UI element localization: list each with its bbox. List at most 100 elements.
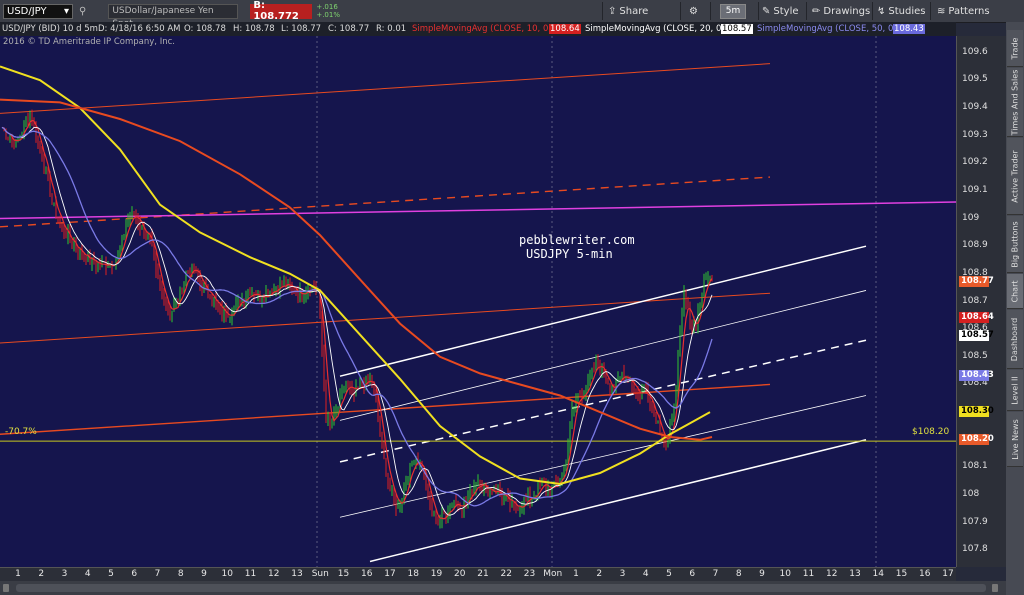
moving-average-line — [1, 126, 713, 516]
time-tick-label: 17 — [384, 569, 396, 579]
watermark-title: USDJPY 5-min — [526, 247, 613, 261]
bar-low: L: 108.77 — [281, 24, 322, 34]
divider — [602, 2, 603, 20]
time-tick-label: 23 — [523, 569, 536, 579]
bar-close: C: 108.77 — [328, 24, 370, 34]
divider — [930, 2, 931, 20]
chart-canvas[interactable] — [0, 36, 956, 567]
price-badge: 108.77 — [959, 275, 994, 287]
timeframe-button[interactable]: 5m — [720, 4, 746, 19]
price-tick-label: 109.2 — [962, 157, 988, 168]
symbol-description: USDollar/Japanese Yen Spot — [108, 3, 239, 29]
sidebar-tab-live-news[interactable]: Live News — [1007, 412, 1023, 467]
time-tick-label: Sun — [311, 569, 329, 579]
time-tick-label: 7 — [712, 569, 719, 579]
time-tick-label: 21 — [477, 569, 489, 579]
scroll-thumb[interactable] — [16, 584, 986, 592]
sma10-label[interactable]: SimpleMovingAvg (CLOSE, 10, 0) — [412, 24, 552, 34]
studies-icon: ↯ — [877, 5, 886, 17]
gear-icon: ⚙ — [689, 5, 698, 17]
style-icon: ✎ — [762, 5, 771, 17]
scroll-right-icon[interactable] — [992, 584, 998, 592]
time-tick-label: 9 — [201, 569, 207, 579]
right-sidebar: Trade Times And Sales Active Trader Big But… — [1006, 22, 1024, 595]
sidebar-tab-times-and-sales[interactable]: Times And Sales — [1007, 68, 1023, 137]
time-tick-label: 11 — [802, 569, 815, 579]
time-tick-label: 10 — [779, 569, 791, 579]
link-icon[interactable]: ⚲ — [79, 6, 86, 17]
chart-info-bar: USD/JPY (BID) 10 d 5m D: 4/18/16 6:50 AM… — [0, 22, 956, 36]
divider — [806, 2, 807, 20]
price-axis[interactable]: 109.6 109.5 109.4 109.3 109.2 109.1 109 108.9 10… — [956, 36, 1007, 567]
time-tick-label: 14 — [872, 569, 884, 579]
time-tick-label: 12 — [826, 569, 838, 579]
price-badge: 108.64 — [959, 312, 994, 324]
sidebar-tab-trade[interactable]: Trade — [1007, 30, 1023, 67]
price-chart[interactable]: 2016 © TD Ameritrade IP Company, Inc. pe… — [0, 36, 956, 567]
time-tick-label: 8 — [735, 569, 742, 579]
drawings-button[interactable]: ✏ Drawings — [812, 3, 870, 19]
time-tick-label: Mon — [543, 569, 563, 579]
price-change: +.016 +.01% — [316, 3, 340, 19]
time-tick-label: 6 — [131, 569, 138, 579]
price-level-label: $108.20 — [912, 427, 950, 437]
time-tick-label: 16 — [919, 569, 931, 579]
sidebar-tab-level-ii[interactable]: Level II — [1007, 370, 1023, 411]
price-tick-label: 109.3 — [962, 129, 988, 140]
time-tick-label: 15 — [337, 569, 350, 579]
sidebar-tab-chart[interactable]: Chart — [1007, 274, 1023, 309]
time-tick-label: 5 — [108, 569, 114, 579]
price-tick-label: 108.5 — [962, 350, 988, 361]
pencil-icon: ✏ — [812, 5, 821, 17]
trendline — [0, 201, 956, 220]
change-percent: +.01% — [316, 11, 340, 19]
sidebar-tab-dashboard[interactable]: Dashboard — [1007, 310, 1023, 369]
sidebar-tab-label: Trade — [1010, 37, 1020, 59]
sidebar-tab-label: Chart — [1010, 280, 1020, 302]
price-badge: 108.43 — [959, 370, 994, 382]
time-tick-label: 9 — [759, 569, 765, 579]
time-tick-label: 3 — [619, 569, 626, 579]
price-tick-label: 108.1 — [962, 461, 988, 472]
price-tick-label: 109.1 — [962, 184, 988, 195]
trendline — [0, 292, 771, 344]
sidebar-tab-active-trader[interactable]: Active Trader — [1007, 138, 1023, 215]
sidebar-tab-label: Dashboard — [1010, 317, 1020, 361]
settings-button[interactable]: ⚙ — [689, 3, 698, 19]
time-tick-label: 5 — [666, 569, 672, 579]
time-tick-label: 4 — [642, 569, 649, 579]
top-toolbar: USD/JPY ▾ ⚲ USDollar/Japanese Yen Spot B… — [0, 0, 1024, 29]
time-tick-label: 6 — [689, 569, 696, 579]
chevron-down-icon: ▾ — [63, 5, 69, 17]
patterns-button[interactable]: ≋ Patterns — [937, 3, 990, 19]
studies-button[interactable]: ↯ Studies — [877, 3, 926, 19]
time-tick-label: 1 — [573, 569, 579, 579]
fib-level-label: -70.7% — [5, 427, 37, 437]
symbol-label: USD/JPY — [7, 5, 47, 17]
chart-scrollbar[interactable] — [0, 581, 1006, 595]
price-tick-label: 109.5 — [962, 74, 988, 85]
sma20-label[interactable]: SimpleMovingAvg (CLOSE, 20, 0) — [585, 24, 725, 34]
style-button[interactable]: ✎ Style — [762, 3, 799, 19]
drawings-label: Drawings — [823, 5, 871, 17]
bid-price: B: 108.772 — [250, 0, 313, 22]
divider — [710, 2, 711, 20]
sidebar-tab-label: Times And Sales — [1010, 69, 1020, 135]
price-tick-label: 108 — [962, 489, 980, 500]
time-axis[interactable]: 1 2 3 4 5 6 7 8 9 10 11 12 13 Sun 15 16 17 18 19 20 21 22 23 Mo… — [0, 567, 956, 582]
divider — [758, 2, 759, 20]
chart-symbol-info: USD/JPY (BID) 10 d 5m — [2, 24, 98, 34]
share-button[interactable]: ⇪ Share — [608, 3, 648, 19]
trendline — [369, 439, 867, 563]
symbol-selector[interactable]: USD/JPY ▾ — [3, 3, 73, 19]
sidebar-tab-big-buttons[interactable]: Big Buttons — [1007, 216, 1023, 273]
price-tick-label: 107.8 — [962, 544, 988, 555]
sma50-label[interactable]: SimpleMovingAvg (CLOSE, 50, 0) — [757, 24, 897, 34]
time-tick-label: 4 — [84, 569, 91, 579]
time-tick-label: 13 — [849, 569, 861, 579]
time-tick-label: 1 — [15, 569, 21, 579]
share-icon: ⇪ — [608, 5, 617, 17]
time-tick-label: 19 — [430, 569, 443, 579]
scroll-left-icon[interactable] — [3, 584, 9, 592]
bar-open: O: 108.78 — [184, 24, 226, 34]
